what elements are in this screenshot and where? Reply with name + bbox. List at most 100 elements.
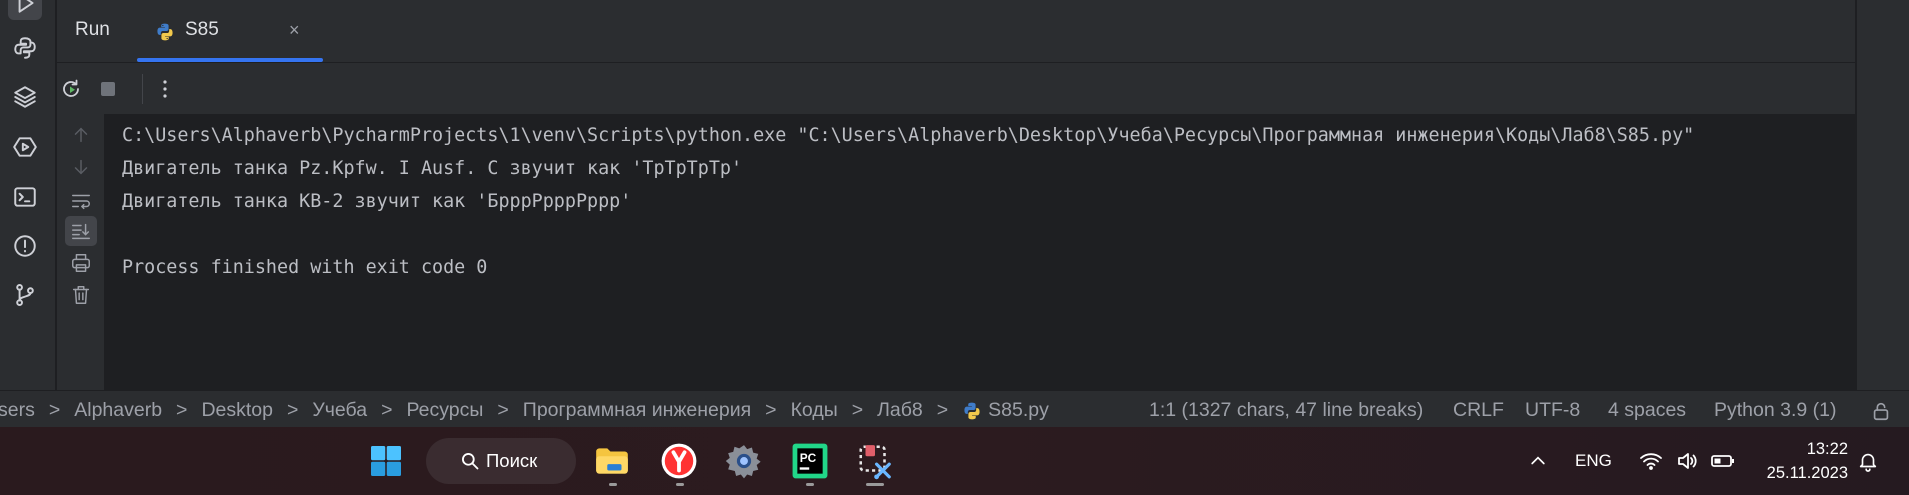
indent-widget[interactable]: 4 spaces (1608, 399, 1686, 422)
close-icon[interactable]: × (289, 20, 300, 41)
tab-s85[interactable]: S85 × (137, 6, 323, 62)
more-actions-button[interactable] (151, 75, 179, 103)
file-explorer-button[interactable] (588, 437, 636, 485)
windows-taskbar: Поиск PC ENG 13:22 25.11.2023 (0, 427, 1909, 495)
rerun-icon (63, 79, 79, 97)
scroll-to-end-button[interactable] (65, 216, 97, 246)
running-indicator (676, 483, 684, 486)
console-line: Process finished with exit code 0 (122, 257, 488, 278)
notifications-button[interactable] (1857, 427, 1879, 495)
python-console-tool-button[interactable] (8, 31, 42, 65)
pycharm-button[interactable]: PC (786, 437, 834, 485)
start-button[interactable] (362, 437, 410, 485)
lock-icon[interactable] (1870, 400, 1892, 428)
status-bar: sers > Alphaverb > Desktop > Учеба > Рес… (0, 390, 1909, 427)
run-window-title: Run (75, 19, 110, 40)
show-hidden-icons-button[interactable] (1528, 427, 1548, 495)
printer-icon (72, 254, 90, 272)
breadcrumb-item[interactable]: Программная инженерия (523, 399, 751, 422)
gear-icon (725, 445, 761, 479)
snipping-tool-button[interactable] (851, 437, 899, 485)
run-tool-button[interactable] (8, 0, 42, 20)
soft-wrap-icon (72, 194, 90, 210)
run-icon (18, 0, 34, 13)
breadcrumb: sers > Alphaverb > Desktop > Учеба > Рес… (0, 399, 1049, 422)
volume-icon[interactable] (1675, 427, 1699, 495)
breadcrumb-separator: > (48, 399, 61, 421)
next-occurrence-button[interactable] (65, 152, 97, 182)
trash-icon (72, 286, 90, 304)
breadcrumb-item[interactable]: Ресурсы (407, 399, 484, 422)
language-indicator[interactable]: ENG (1575, 427, 1612, 495)
terminal-icon (14, 187, 36, 207)
bell-icon (1859, 453, 1877, 472)
pycharm-icon: PC (792, 443, 828, 479)
breadcrumb-item[interactable]: S85.py (988, 399, 1049, 422)
layers-icon (14, 86, 36, 108)
run-tabs: Run S85 × (57, 0, 1855, 62)
yandex-browser-button[interactable] (655, 437, 703, 485)
right-tool-strip (1856, 0, 1909, 390)
terminal-tool-button[interactable] (8, 180, 42, 214)
services-icon (13, 137, 37, 157)
breadcrumb-separator: > (936, 399, 949, 421)
yandex-browser-icon (661, 443, 697, 479)
settings-button[interactable] (720, 437, 768, 485)
arrow-up-icon (74, 127, 88, 143)
soft-wrap-button[interactable] (65, 186, 97, 216)
python-file-icon (962, 401, 982, 421)
left-tool-strip (0, 0, 56, 390)
interpreter-widget[interactable]: Python 3.9 (1) (1714, 399, 1836, 422)
ide-window: Run S85 × C:\Users\Alphaverb\PycharmProj… (0, 0, 1909, 495)
breadcrumb-item[interactable]: Desktop (201, 399, 273, 422)
wifi-icon[interactable] (1639, 427, 1663, 495)
breadcrumb-separator: > (286, 399, 299, 421)
console-line: C:\Users\Alphaverb\PycharmProjects\1\ven… (122, 125, 1695, 146)
tab-s85-label: S85 (185, 19, 219, 40)
breadcrumb-item[interactable]: Alphaverb (74, 399, 162, 422)
folder-icon (596, 448, 628, 474)
problems-tool-button[interactable] (8, 229, 42, 263)
breadcrumb-item[interactable]: sers (0, 399, 35, 422)
git-branch-icon (16, 284, 34, 306)
caret-position[interactable]: 1:1 (1327 chars, 47 line breaks) (1149, 399, 1423, 422)
run-toolbar (57, 62, 1855, 114)
problems-icon (14, 235, 36, 257)
snipping-tool-icon (859, 445, 891, 480)
arrow-down-icon (74, 159, 88, 175)
rerun-button[interactable] (57, 75, 85, 103)
scroll-to-end-icon (72, 223, 90, 240)
print-button[interactable] (65, 248, 97, 278)
console-line: Двигатель танка КВ-2 звучит как 'БрррРрр… (122, 191, 632, 212)
breadcrumb-item[interactable]: Лаб8 (877, 399, 923, 422)
breadcrumb-item[interactable]: Учеба (312, 399, 367, 422)
git-tool-button[interactable] (8, 278, 42, 312)
services-tool-button[interactable] (8, 130, 42, 164)
clock-time: 13:22 (1806, 440, 1848, 458)
clear-all-button[interactable] (65, 280, 97, 310)
previous-occurrence-button[interactable] (65, 120, 97, 150)
breadcrumb-item[interactable]: Коды (791, 399, 838, 422)
python-icon (14, 37, 36, 59)
chevron-up-icon (1531, 456, 1545, 465)
breadcrumb-separator: > (497, 399, 509, 421)
python-file-icon (155, 22, 175, 47)
toolbar-separator (142, 74, 143, 104)
search-icon (462, 453, 479, 470)
battery-icon[interactable] (1710, 427, 1736, 495)
console-line: Двигатель танка Pz.Kpfw. I Ausf. C звучи… (122, 158, 743, 179)
line-separator-widget[interactable]: CRLF (1453, 399, 1504, 422)
active-indicator (866, 483, 884, 486)
clock[interactable]: 13:22 25.11.2023 (1758, 437, 1848, 485)
running-indicator (609, 483, 617, 486)
stop-button[interactable] (94, 75, 122, 103)
breadcrumb-separator: > (765, 399, 777, 421)
breadcrumb-separator: > (176, 399, 188, 421)
more-vertical-icon (163, 80, 167, 98)
python-packages-tool-button[interactable] (8, 80, 42, 114)
console-output[interactable]: C:\Users\Alphaverb\PycharmProjects\1\ven… (104, 114, 1855, 390)
encoding-widget[interactable]: UTF-8 (1525, 399, 1580, 422)
run-tool-window: Run S85 × C:\Users\Alphaverb\PycharmProj… (57, 0, 1855, 390)
taskbar-search[interactable]: Поиск (426, 438, 576, 484)
